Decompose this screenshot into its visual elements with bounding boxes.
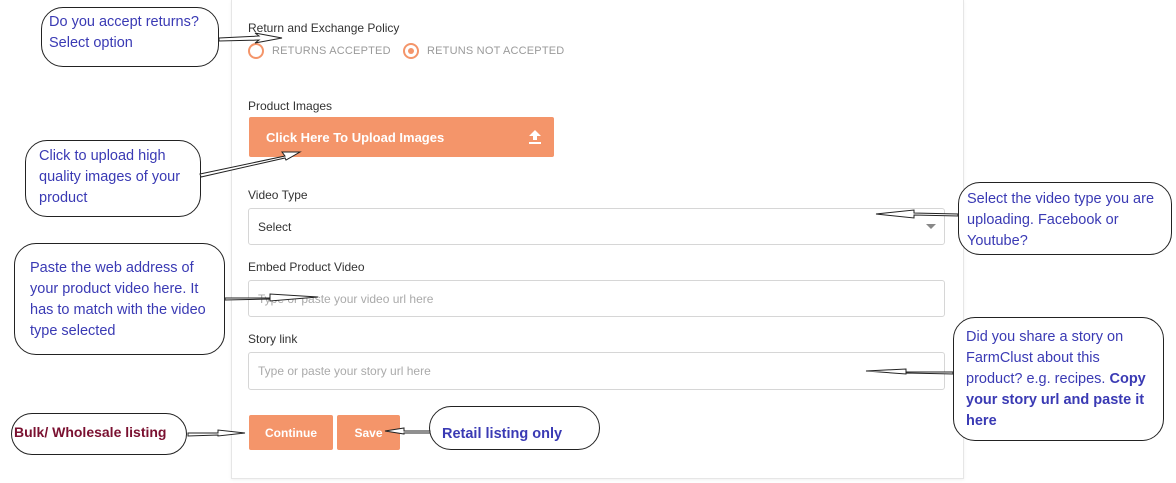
callout-upload: Click to upload high quality images of y…: [25, 140, 201, 217]
radio-returns-not-accepted[interactable]: RETUNS NOT ACCEPTED: [403, 43, 564, 59]
callout-embed: Paste the web address of your product vi…: [14, 243, 225, 355]
story-link-label: Story link: [248, 332, 298, 346]
upload-images-button[interactable]: Click Here To Upload Images: [249, 117, 554, 157]
product-images-label: Product Images: [248, 99, 333, 113]
video-type-label: Video Type: [248, 188, 308, 202]
continue-button[interactable]: Continue: [249, 415, 333, 450]
callout-returns: Do you accept returns? Select option: [41, 7, 219, 67]
callout-bulk: Bulk/ Wholesale listing: [11, 413, 187, 455]
radio-returns-accepted[interactable]: RETURNS ACCEPTED: [248, 43, 391, 59]
return-policy-label: Return and Exchange Policy: [248, 21, 400, 35]
video-type-value: Select: [258, 219, 292, 234]
radio-circle-icon: [248, 43, 264, 59]
story-link-placeholder: Type or paste your story url here: [258, 364, 431, 378]
save-button[interactable]: Save: [337, 415, 400, 450]
story-link-input[interactable]: Type or paste your story url here: [248, 352, 945, 390]
callout-video-type: Select the video type you are uploading.…: [958, 182, 1172, 255]
callout-returns-line1: Do you accept returns?: [49, 14, 199, 30]
embed-video-input[interactable]: Type or paste your video url here: [248, 280, 945, 317]
video-type-select[interactable]: Select: [248, 208, 945, 245]
callout-retail: Retail listing only: [429, 406, 600, 450]
upload-icon: [529, 130, 541, 144]
callout-story: Did you share a story on FarmClust about…: [953, 317, 1164, 441]
radio-returns-accepted-label: RETURNS ACCEPTED: [272, 45, 391, 57]
radio-selected-icon: [403, 43, 419, 59]
callout-story-text: Did you share a story on FarmClust about…: [966, 329, 1124, 387]
chevron-down-icon: [926, 224, 936, 229]
upload-images-button-label: Click Here To Upload Images: [266, 129, 445, 145]
callout-returns-line2: Select option: [49, 35, 133, 51]
radio-returns-not-accepted-label: RETUNS NOT ACCEPTED: [427, 45, 565, 57]
embed-video-label: Embed Product Video: [248, 260, 365, 274]
embed-video-placeholder: Type or paste your video url here: [258, 291, 434, 306]
